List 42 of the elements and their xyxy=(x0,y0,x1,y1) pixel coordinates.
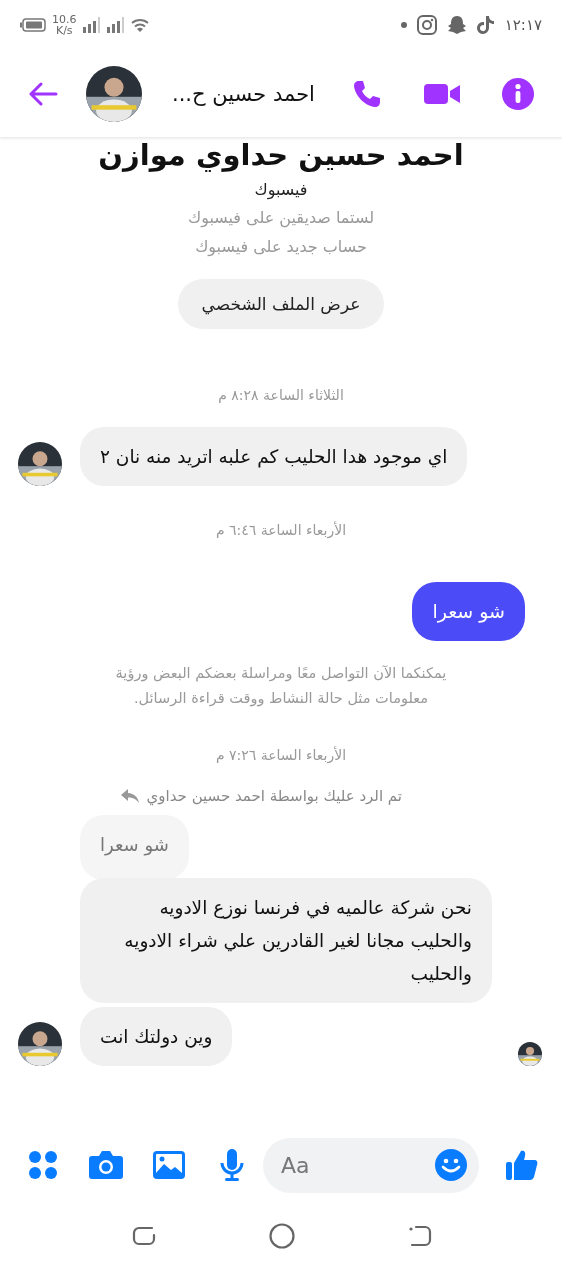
info-icon[interactable] xyxy=(502,77,534,110)
clock: ١٢:١٧ xyxy=(504,16,542,34)
message-input[interactable]: Aa xyxy=(263,1137,479,1193)
timestamp: الثلاثاء الساعة ٨:٢٨ م xyxy=(217,386,345,405)
image-icon[interactable] xyxy=(153,1151,185,1179)
reply-arrow-icon xyxy=(120,789,139,803)
profile-source: فيسبوك xyxy=(253,179,309,202)
home-icon[interactable] xyxy=(269,1223,295,1249)
profile-info: حساب جديد على فيسبوك xyxy=(194,236,368,259)
system-notice: يمكنكما الآن التواصل معًا ومراسلة بعضكم البعض ورؤية معلومات مثل حالة النشاط ووقت قراءة الرسائل. xyxy=(114,664,448,709)
profile-name: احمد حسين حداوي موازن xyxy=(97,137,465,173)
video-camera-icon[interactable] xyxy=(424,81,460,106)
back-icon[interactable] xyxy=(408,1224,432,1248)
camera-outline-icon xyxy=(416,15,437,35)
phone-icon[interactable] xyxy=(352,78,382,109)
thumbs-up-icon[interactable] xyxy=(506,1149,538,1181)
note-icon xyxy=(476,15,495,35)
profile-info: لستما صديقين على فيسبوك xyxy=(186,207,376,230)
reply-label: تم الرد عليك بواسطة احمد حسين حداوي xyxy=(146,787,402,805)
view-profile-button[interactable]: عرض الملف الشخصي xyxy=(177,279,385,329)
network-speed: 10.6 K/s xyxy=(52,14,77,36)
message-bubble: نحن شركة عالميه في فرنسا نوزع الادويه والحليب مجانا لغير القادرين علي شراء الادويه والحليب xyxy=(80,878,492,1003)
battery-icon xyxy=(20,18,46,32)
ghost-icon xyxy=(446,15,467,35)
message-bubble: اي موجود هدا الحليب كم علبه اتريد منه نان ٢ xyxy=(80,427,468,486)
message-bubble: شو سعرا xyxy=(412,582,525,641)
apps-icon[interactable] xyxy=(28,1150,58,1180)
recents-icon[interactable] xyxy=(132,1224,156,1248)
back-arrow-icon[interactable] xyxy=(28,81,58,106)
camera-icon[interactable] xyxy=(89,1151,123,1179)
avatar[interactable] xyxy=(86,65,142,122)
signal-icon xyxy=(82,17,101,33)
quoted-message: شو سعرا xyxy=(80,815,189,880)
emoji-icon[interactable] xyxy=(435,1148,467,1181)
contact-name[interactable]: احمد حسين ح... xyxy=(172,81,315,106)
signal-icon xyxy=(106,17,125,33)
message-bubble: وين دولتك انت xyxy=(80,1007,233,1066)
microphone-icon[interactable] xyxy=(219,1149,245,1181)
wifi-icon xyxy=(130,17,149,33)
dot-icon xyxy=(400,22,407,28)
timestamp: الأربعاء الساعة ٧:٢٦ م xyxy=(214,745,348,765)
timestamp: الأربعاء الساعة ٦:٤٦ م xyxy=(214,520,348,540)
